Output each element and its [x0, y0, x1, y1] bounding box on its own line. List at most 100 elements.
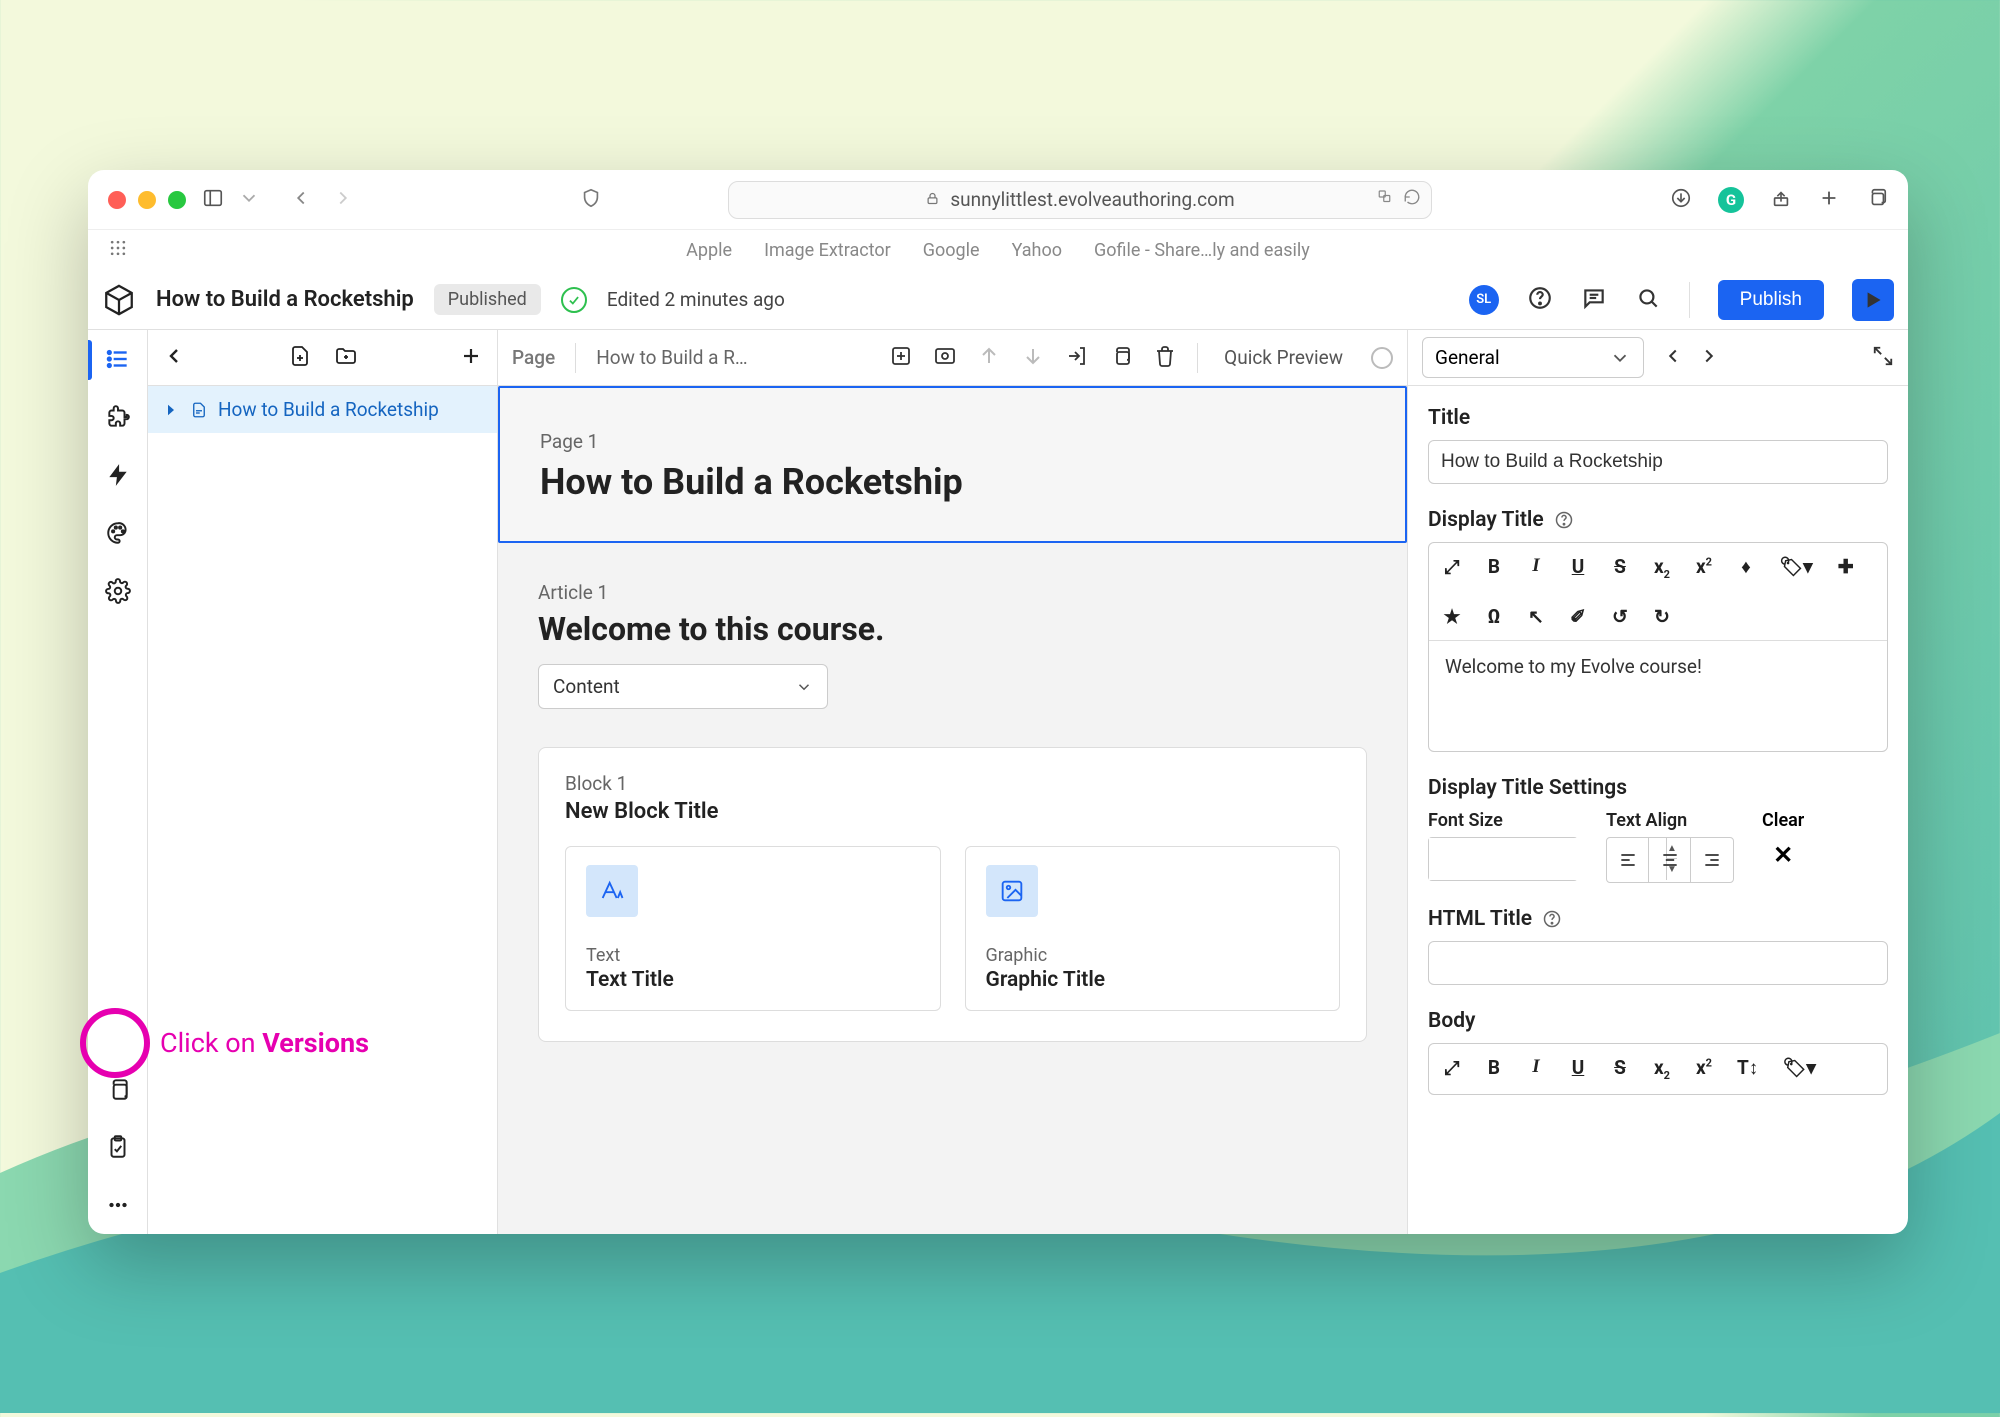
- tree-back-button[interactable]: [162, 344, 186, 372]
- publish-button[interactable]: Publish: [1718, 280, 1824, 320]
- window-maximize-button[interactable]: [168, 191, 186, 209]
- rte-subscript-button[interactable]: x2: [1653, 1056, 1671, 1082]
- rte-underline-button[interactable]: U: [1569, 555, 1587, 581]
- align-left-button[interactable]: [1607, 838, 1649, 882]
- downloads-icon[interactable]: [1670, 187, 1692, 213]
- rail-review-icon[interactable]: [103, 1132, 133, 1162]
- title-input[interactable]: [1428, 440, 1888, 484]
- breadcrumb-value[interactable]: How to Build a R…: [596, 346, 747, 369]
- html-title-input[interactable]: [1428, 941, 1888, 985]
- move-down-icon[interactable]: [1021, 344, 1045, 372]
- body-editor: ⤢ B I U S x2 x2 T↕ 🏷︎▾: [1428, 1043, 1888, 1095]
- rte-italic-button[interactable]: I: [1527, 555, 1545, 581]
- privacy-shield-icon[interactable]: [580, 187, 602, 213]
- inspector-expand-icon[interactable]: [1872, 345, 1894, 371]
- reload-icon[interactable]: [1403, 188, 1421, 211]
- tabs-overview-icon[interactable]: [1866, 187, 1888, 213]
- comments-icon[interactable]: [1581, 285, 1607, 315]
- rte-expand-icon[interactable]: ⤢: [1443, 555, 1461, 581]
- chevron-down-icon: [795, 678, 813, 696]
- app-logo-icon[interactable]: [102, 283, 136, 317]
- rte-fontsize-button[interactable]: T↕: [1737, 1056, 1758, 1082]
- quick-preview-toggle[interactable]: [1371, 347, 1393, 369]
- add-to-page-icon[interactable]: [889, 344, 913, 372]
- share-icon[interactable]: [1770, 187, 1792, 213]
- bookmark-link[interactable]: Yahoo: [1012, 240, 1062, 261]
- inspector-next-button[interactable]: [1698, 345, 1720, 371]
- rail-outline-icon[interactable]: [103, 344, 133, 374]
- rte-textarea[interactable]: Welcome to my Evolve course!: [1429, 641, 1887, 751]
- search-icon[interactable]: [1635, 285, 1661, 315]
- translate-icon[interactable]: [1377, 188, 1395, 211]
- rte-underline-button[interactable]: U: [1569, 1056, 1587, 1082]
- rte-strike-button[interactable]: S: [1611, 1056, 1629, 1082]
- bookmark-link[interactable]: Image Extractor: [764, 240, 891, 261]
- rail-settings-icon[interactable]: [103, 576, 133, 606]
- nav-forward-button[interactable]: [332, 187, 354, 213]
- inspector-prev-button[interactable]: [1662, 345, 1684, 371]
- grammarly-icon[interactable]: G: [1718, 187, 1744, 213]
- rte-add-button[interactable]: ✚: [1837, 555, 1855, 581]
- url-text: sunnylittlest.evolveauthoring.com: [950, 188, 1234, 211]
- delete-icon[interactable]: [1153, 344, 1177, 372]
- rte-clear-button[interactable]: ✐: [1569, 605, 1587, 628]
- window-minimize-button[interactable]: [138, 191, 156, 209]
- chevron-down-icon[interactable]: [238, 187, 260, 213]
- new-tab-icon[interactable]: [1818, 187, 1840, 213]
- apps-grid-icon[interactable]: [108, 238, 128, 263]
- nav-back-button[interactable]: [290, 187, 312, 213]
- window-close-button[interactable]: [108, 191, 126, 209]
- rte-italic-button[interactable]: I: [1527, 1056, 1545, 1082]
- move-into-icon[interactable]: [1065, 344, 1089, 372]
- page-number-label: Page 1: [540, 430, 1365, 453]
- rte-strike-button[interactable]: S: [1611, 555, 1629, 581]
- rte-superscript-button[interactable]: x2: [1695, 555, 1713, 581]
- add-folder-icon[interactable]: [334, 344, 358, 372]
- rte-cursor-button[interactable]: ↖: [1527, 605, 1545, 628]
- rte-tag-button[interactable]: 🏷︎▾: [1779, 555, 1813, 581]
- rte-undo-button[interactable]: ↺: [1611, 605, 1629, 628]
- rte-omega-button[interactable]: Ω: [1485, 605, 1503, 628]
- user-avatar[interactable]: SL: [1469, 285, 1499, 315]
- rail-versions-icon[interactable]: [103, 1074, 133, 1104]
- rte-superscript-button[interactable]: x2: [1695, 1056, 1713, 1082]
- rte-redo-button[interactable]: ↻: [1653, 605, 1671, 628]
- move-up-icon[interactable]: [977, 344, 1001, 372]
- rte-expand-icon[interactable]: ⤢: [1443, 1056, 1461, 1082]
- rte-tag-button[interactable]: 🏷︎▾: [1782, 1056, 1816, 1082]
- text-component-icon: [586, 865, 638, 917]
- rte-bold-button[interactable]: B: [1485, 555, 1503, 581]
- help-icon[interactable]: [1527, 285, 1553, 315]
- rail-extensions-icon[interactable]: [103, 402, 133, 432]
- rail-logic-icon[interactable]: [103, 460, 133, 490]
- bookmark-link[interactable]: Gofile - Share…ly and easily: [1094, 240, 1310, 261]
- inspector-section-select[interactable]: General: [1422, 337, 1644, 378]
- url-bar[interactable]: sunnylittlest.evolveauthoring.com: [728, 181, 1432, 219]
- preview-eye-icon[interactable]: [933, 344, 957, 372]
- component-text[interactable]: Text Text Title: [565, 846, 941, 1011]
- page-header-card[interactable]: Page 1 How to Build a Rocketship: [498, 386, 1407, 543]
- rte-star-button[interactable]: ★: [1443, 605, 1461, 628]
- article-content-dropdown[interactable]: Content: [538, 664, 828, 709]
- bookmark-link[interactable]: Apple: [686, 240, 732, 261]
- add-item-button[interactable]: [459, 344, 483, 372]
- rail-more-icon[interactable]: [103, 1190, 133, 1220]
- sidebar-toggle-icon[interactable]: [202, 187, 224, 213]
- align-center-button[interactable]: [1649, 838, 1691, 882]
- help-icon[interactable]: [1554, 510, 1574, 530]
- help-icon[interactable]: [1542, 909, 1562, 929]
- component-graphic[interactable]: Graphic Graphic Title: [965, 846, 1341, 1011]
- rte-bold-button[interactable]: B: [1485, 1056, 1503, 1082]
- rail-theme-icon[interactable]: [103, 518, 133, 548]
- tree-item-course[interactable]: How to Build a Rocketship: [148, 386, 497, 433]
- add-page-icon[interactable]: [288, 344, 312, 372]
- font-size-input[interactable]: ▲▼: [1428, 837, 1578, 881]
- duplicate-icon[interactable]: [1109, 344, 1133, 372]
- clear-button[interactable]: ✕: [1773, 841, 1793, 869]
- rte-color-button[interactable]: ♦: [1737, 555, 1755, 581]
- rte-subscript-button[interactable]: x2: [1653, 555, 1671, 581]
- align-right-button[interactable]: [1691, 838, 1733, 882]
- bookmark-link[interactable]: Google: [923, 240, 980, 261]
- preview-play-button[interactable]: [1852, 279, 1894, 321]
- block-card[interactable]: Block 1 New Block Title Text Text Title …: [538, 747, 1367, 1042]
